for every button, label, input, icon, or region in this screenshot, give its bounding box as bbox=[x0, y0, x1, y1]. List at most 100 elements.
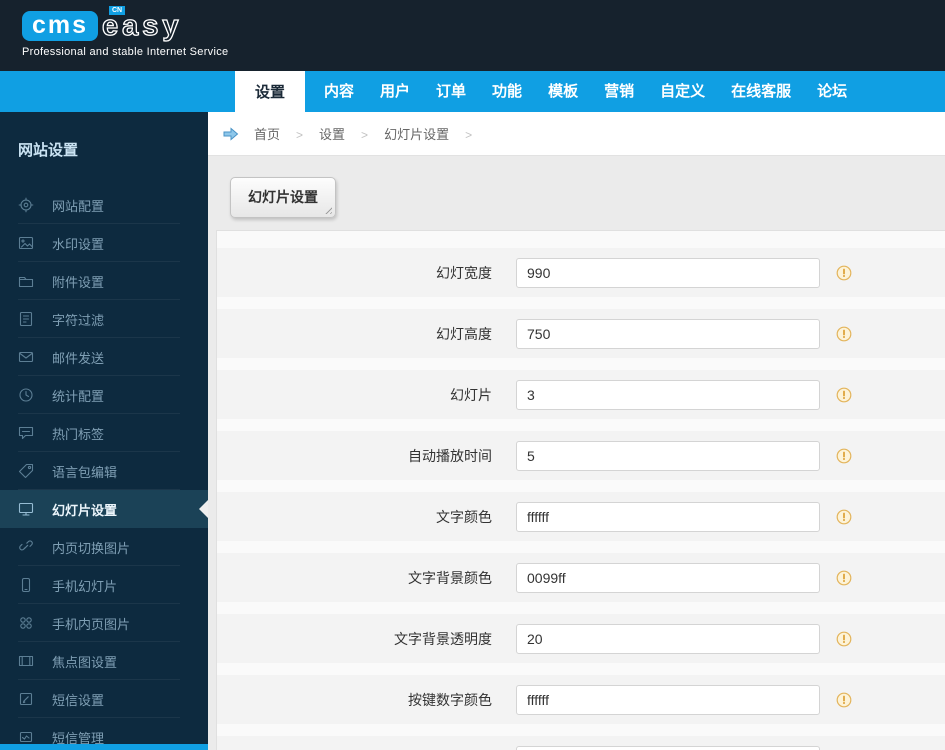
hot-tags-comment-icon bbox=[18, 425, 34, 441]
warning-icon[interactable] bbox=[836, 448, 852, 464]
sidebar-item-label: 邮件发送 bbox=[52, 350, 105, 366]
sidebar-item[interactable]: 统计配置 bbox=[0, 376, 208, 414]
sidebar-item[interactable]: 字符过滤 bbox=[0, 300, 208, 338]
settings-form: 幻灯宽度幻灯高度幻灯片自动播放时间文字颜色文字背景颜色文字背景透明度按键数字颜色 bbox=[217, 248, 945, 750]
field-input[interactable] bbox=[516, 257, 820, 288]
logo-cms-box: cms bbox=[22, 11, 99, 41]
sidebar-item[interactable]: 热门标签 bbox=[0, 414, 208, 452]
field-label: 文字颜色 bbox=[436, 508, 492, 525]
sms-manage-icon bbox=[18, 729, 34, 745]
sidebar-item[interactable]: 手机幻灯片 bbox=[0, 566, 208, 604]
field-label: 幻灯宽度 bbox=[436, 264, 492, 281]
sidebar-item[interactable]: 短信设置 bbox=[0, 680, 208, 718]
sidebar-item-label: 内页切换图片 bbox=[52, 540, 131, 556]
focus-image-icon bbox=[18, 653, 34, 669]
breadcrumb-separator: > bbox=[361, 127, 369, 142]
sidebar-item[interactable]: 手机内页图片 bbox=[0, 604, 208, 642]
field-input[interactable] bbox=[516, 318, 820, 349]
warning-icon[interactable] bbox=[836, 509, 852, 525]
field-label: 文字背景颜色 bbox=[408, 569, 492, 586]
field-input[interactable] bbox=[516, 379, 820, 410]
slides-settings-tab-label: 幻灯片设置 bbox=[248, 189, 318, 205]
field-input[interactable] bbox=[516, 745, 820, 750]
sidebar-item[interactable]: 幻灯片设置 bbox=[0, 490, 208, 528]
active-item-notch bbox=[199, 500, 208, 518]
slides-monitor-icon bbox=[18, 501, 34, 517]
sidebar-item-label: 幻灯片设置 bbox=[52, 502, 118, 518]
sidebar-item[interactable]: 附件设置 bbox=[0, 262, 208, 300]
form-row bbox=[217, 736, 945, 750]
breadcrumb-items: 首页 > 设置 > 幻灯片设置 > bbox=[254, 124, 488, 144]
char-filter-icon bbox=[18, 311, 34, 327]
field-label: 幻灯片 bbox=[450, 386, 492, 403]
nav-item[interactable]: 论坛 bbox=[804, 71, 860, 112]
sidebar-item-label: 语言包编辑 bbox=[52, 464, 118, 480]
field-input[interactable] bbox=[516, 623, 820, 654]
sidebar-item[interactable]: 网站配置 bbox=[0, 186, 208, 224]
warning-icon[interactable] bbox=[836, 570, 852, 586]
settings-form-panel: 幻灯宽度幻灯高度幻灯片自动播放时间文字颜色文字背景颜色文字背景透明度按键数字颜色 bbox=[216, 230, 945, 750]
logo-easy-text: easy bbox=[101, 10, 183, 42]
breadcrumb-link[interactable]: 幻灯片设置 bbox=[384, 127, 449, 142]
sidebar-item[interactable]: 邮件发送 bbox=[0, 338, 208, 376]
sidebar-item-label: 手机内页图片 bbox=[52, 616, 131, 632]
breadcrumb-link[interactable]: 设置 bbox=[319, 127, 345, 142]
field-input[interactable] bbox=[516, 684, 820, 715]
sidebar-item-label: 热门标签 bbox=[52, 426, 105, 442]
warning-icon[interactable] bbox=[836, 265, 852, 281]
sidebar-bottom-strip bbox=[0, 744, 208, 750]
nav-item[interactable]: 模板 bbox=[535, 71, 591, 112]
sidebar-menu: 网站配置水印设置附件设置字符过滤邮件发送统计配置热门标签语言包编辑幻灯片设置内页… bbox=[0, 186, 208, 750]
field-input[interactable] bbox=[516, 440, 820, 471]
sidebar-item[interactable]: 内页切换图片 bbox=[0, 528, 208, 566]
top-header: cms CN easy Professional and stable Inte… bbox=[0, 0, 945, 71]
language-tag-icon bbox=[18, 463, 34, 479]
logo-cn-badge: CN bbox=[108, 5, 127, 16]
warning-icon[interactable] bbox=[836, 387, 852, 403]
logo-tagline: Professional and stable Internet Service bbox=[22, 46, 229, 58]
sidebar-title: 网站设置 bbox=[18, 142, 79, 159]
form-row: 文字颜色 bbox=[217, 492, 945, 541]
inner-page-link-icon bbox=[18, 539, 34, 555]
field-input[interactable] bbox=[516, 501, 820, 532]
breadcrumb: 首页 > 设置 > 幻灯片设置 > bbox=[208, 112, 945, 156]
attachment-folder-icon bbox=[18, 273, 34, 289]
mobile-slides-icon bbox=[18, 577, 34, 593]
sidebar-item[interactable]: 焦点图设置 bbox=[0, 642, 208, 680]
cmseasy-logo[interactable]: cms CN easy Professional and stable Inte… bbox=[22, 5, 229, 58]
warning-icon[interactable] bbox=[836, 631, 852, 647]
nav-item[interactable]: 营销 bbox=[591, 71, 647, 112]
sidebar-item-label: 手机幻灯片 bbox=[52, 578, 118, 594]
watermark-icon bbox=[18, 235, 34, 251]
nav-item[interactable]: 自定义 bbox=[647, 71, 718, 112]
resize-grip-icon bbox=[323, 205, 332, 214]
nav-item[interactable]: 功能 bbox=[479, 71, 535, 112]
nav-item[interactable]: 订单 bbox=[423, 71, 479, 112]
sidebar: 网站设置 网站配置水印设置附件设置字符过滤邮件发送统计配置热门标签语言包编辑幻灯… bbox=[0, 112, 208, 750]
warning-icon[interactable] bbox=[836, 326, 852, 342]
mobile-images-grid-icon bbox=[18, 615, 34, 631]
form-row: 按键数字颜色 bbox=[217, 675, 945, 724]
section-toolbar: 幻灯片设置 bbox=[208, 156, 945, 218]
sidebar-item-label: 附件设置 bbox=[52, 274, 105, 290]
breadcrumb-separator: > bbox=[296, 127, 304, 142]
main-navbar: 设置 内容 用户 订单 功能 模板 营销 自定义 在线客服 论坛 bbox=[0, 71, 945, 112]
nav-item[interactable]: 用户 bbox=[367, 71, 423, 112]
nav-item[interactable]: 在线客服 bbox=[718, 71, 804, 112]
field-label: 按键数字颜色 bbox=[408, 691, 492, 708]
sms-settings-icon bbox=[18, 691, 34, 707]
breadcrumb-link[interactable]: 首页 bbox=[254, 127, 280, 142]
slides-settings-tab-button[interactable]: 幻灯片设置 bbox=[230, 177, 336, 218]
sidebar-item[interactable]: 语言包编辑 bbox=[0, 452, 208, 490]
warning-icon[interactable] bbox=[836, 692, 852, 708]
breadcrumb-separator: > bbox=[465, 127, 473, 142]
sidebar-item[interactable]: 水印设置 bbox=[0, 224, 208, 262]
sidebar-item-label: 统计配置 bbox=[52, 388, 105, 404]
nav-item[interactable]: 内容 bbox=[311, 71, 367, 112]
form-row: 幻灯宽度 bbox=[217, 248, 945, 297]
field-input[interactable] bbox=[516, 562, 820, 593]
sidebar-item-label: 网站配置 bbox=[52, 198, 105, 214]
nav-tab-settings-active[interactable]: 设置 bbox=[235, 71, 305, 112]
sidebar-item-label: 字符过滤 bbox=[52, 312, 105, 328]
sidebar-item-label: 水印设置 bbox=[52, 236, 105, 252]
